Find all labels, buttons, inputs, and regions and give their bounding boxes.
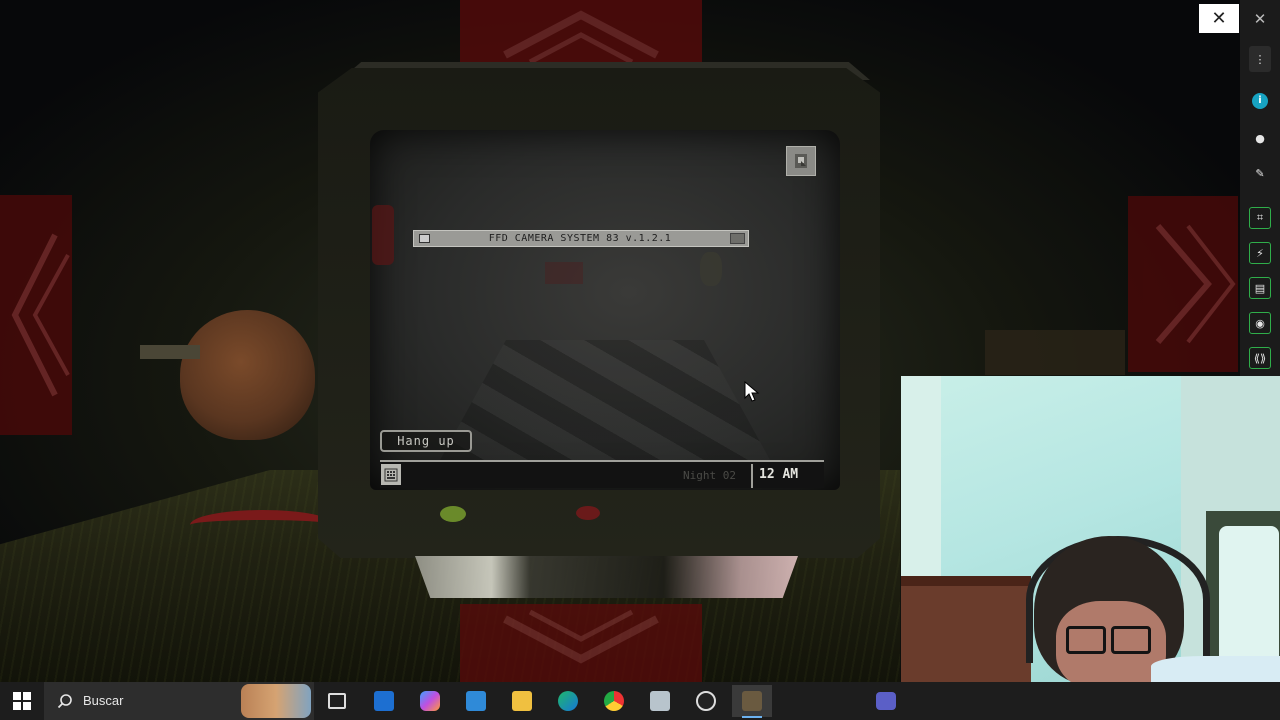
flash-icon[interactable]: ⚡ [1249,242,1271,264]
exit-camera-button[interactable] [786,146,816,176]
animatronic-left [372,205,394,265]
minimize-button[interactable] [730,233,745,244]
monitor-status-bar: Night 02 12 AM [380,460,824,488]
webcam-overlay [901,376,1280,682]
webcam-bed [901,586,1031,682]
taskbar-search-box[interactable]: Buscar [44,682,314,720]
look-left-arrow[interactable] [0,195,72,435]
close-icon: ✕ [1211,8,1227,29]
outlook-icon[interactable] [364,685,404,717]
monitor-base [415,556,798,598]
webcam-glasses-left [1066,626,1106,654]
app-window-icon[interactable] [640,685,680,717]
animatronic-mid [545,262,583,284]
rail-close-icon[interactable]: ✕ [1249,8,1271,30]
look-up-arrow[interactable] [460,0,702,70]
file-explorer-icon[interactable] [502,685,542,717]
animatronic-right [700,252,722,286]
webcam-chair [1219,526,1279,656]
search-placeholder: Buscar [83,693,124,708]
status-divider [751,464,753,488]
app-logo-icon[interactable]: i [1249,90,1271,112]
night-indicator: Night 02 [683,469,736,482]
phone-keypad-icon[interactable] [381,464,401,485]
basket-decoration [985,330,1125,375]
start-button[interactable] [0,682,44,720]
plank-decoration [140,345,200,359]
screenshot-icon[interactable]: ⌗ [1249,207,1271,229]
copilot-icon[interactable] [410,685,450,717]
info-icon[interactable]: ● [1249,127,1271,149]
exit-icon [795,154,807,168]
more-vertical-icon[interactable]: ⋮ [1249,46,1271,72]
note-icon[interactable]: ▤ [1249,277,1271,299]
close-overlay-button[interactable]: ✕ [1199,4,1239,33]
pumpkin-decoration [180,310,315,440]
obs-icon[interactable] [686,685,726,717]
cable-decoration [190,510,335,540]
webcam-door [901,376,941,606]
windows-taskbar: Buscar [0,682,1280,720]
look-down-arrow[interactable] [460,604,702,682]
search-icon [57,694,72,709]
chat-icon[interactable]: ◉ [1249,312,1271,334]
chrome-icon[interactable] [594,685,634,717]
windows-logo-icon [13,692,31,710]
camera-window-titlebar: FFD CAMERA SYSTEM 83 v.1.2.1 [413,230,749,247]
red-knob [576,506,600,520]
game-icon[interactable] [732,685,772,718]
search-highlight-art [241,684,311,718]
hang-up-button[interactable]: Hang up [380,430,472,452]
store-icon[interactable] [456,685,496,717]
window-icon [419,234,430,243]
clock-time: 12 AM [759,467,799,482]
green-knob [440,506,466,522]
webcam-person-shirt [1151,656,1280,682]
look-right-arrow[interactable] [1128,196,1238,372]
task-view-icon[interactable] [317,685,357,717]
edge-icon[interactable] [548,685,588,717]
teams-icon[interactable] [874,685,898,717]
webcam-glasses-right [1111,626,1151,654]
mouse-cursor-icon [744,381,760,402]
camera-title: FFD CAMERA SYSTEM 83 v.1.2.1 [488,233,672,244]
pencil-icon[interactable]: ✎ [1249,162,1271,184]
broadcast-icon[interactable]: ⟪⟫ [1249,347,1271,369]
